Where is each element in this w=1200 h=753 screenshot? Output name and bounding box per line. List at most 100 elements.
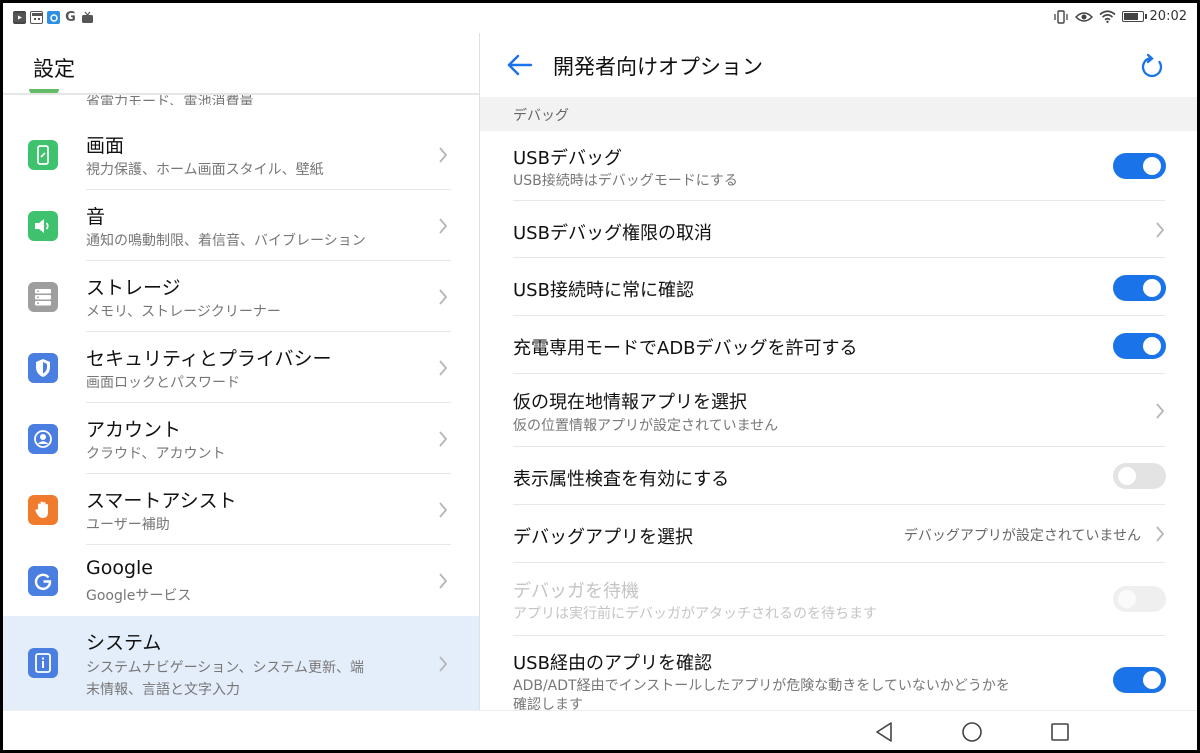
settings-item-storage[interactable]: ストレージ メモリ、ストレージクリーナー — [3, 261, 479, 332]
sound-icon — [28, 211, 58, 241]
account-icon — [28, 424, 58, 454]
settings-item-sound[interactable]: 音 通知の鳴動制限、着信音、バイブレーション — [3, 190, 479, 261]
chevron-right-icon — [439, 289, 448, 305]
device-screen: G 20:02 設定 省電力モード、電池消費量 画面 視力保護、ホーム画面スタイ… — [3, 3, 1197, 750]
battery-icon — [1121, 11, 1147, 22]
app-icon — [47, 11, 60, 24]
section-header-debug: デバッグ — [480, 97, 1197, 131]
page-title: 開発者向けオプション — [553, 55, 763, 79]
settings-item-label: 音 — [86, 206, 106, 228]
option-value: デバッグアプリが設定されていません — [903, 528, 1141, 544]
option-subtitle: ADB/ADT経由でインストールしたアプリが危険な動きをしていないかどうかを — [513, 678, 1010, 694]
navigation-bar — [3, 710, 1197, 750]
chevron-right-icon — [439, 431, 448, 447]
refresh-icon[interactable] — [1138, 53, 1166, 81]
back-arrow-icon[interactable] — [506, 53, 534, 77]
chevron-right-icon — [439, 656, 448, 672]
option-label: USB経由のアプリを確認 — [513, 653, 712, 674]
header-divider — [3, 93, 479, 95]
option-adb-charging-only[interactable]: 充電専用モードでADBデバッグを許可する — [480, 316, 1197, 374]
settings-item-subtitle: 通知の鳴動制限、着信音、バイブレーション — [86, 233, 366, 249]
home-icon[interactable] — [960, 720, 984, 744]
settings-item-account[interactable]: アカウント クラウド、アカウント — [3, 403, 479, 474]
vibrate-icon — [1053, 9, 1068, 24]
adb-charging-only-toggle[interactable] — [1113, 333, 1166, 359]
settings-item-subtitle: 画面ロックとパスワード — [86, 375, 240, 391]
chevron-right-icon — [1156, 526, 1165, 542]
settings-item-label: ストレージ — [86, 277, 181, 299]
option-mock-location-app[interactable]: 仮の現在地情報アプリを選択 仮の位置情報アプリが設定されていません — [480, 374, 1197, 447]
verify-apps-over-usb-toggle[interactable] — [1113, 667, 1166, 693]
chevron-right-icon — [439, 218, 448, 234]
option-label: デバッグアプリを選択 — [513, 527, 693, 548]
option-always-confirm-usb[interactable]: USB接続時に常に確認 — [480, 258, 1197, 316]
clipped-list-item[interactable]: 省電力モード、電池消費量 — [86, 89, 253, 105]
detail-header: 開発者向けオプション — [480, 33, 1197, 97]
option-view-attribute-inspection[interactable]: 表示属性検査を有効にする — [480, 447, 1197, 505]
option-wait-for-debugger: デバッガを待機 アプリは実行前にデバッガがアタッチされるのを待ちます — [480, 563, 1197, 636]
settings-item-subtitle: システムナビゲーション、システム更新、端 — [86, 660, 365, 676]
calendar-icon — [30, 11, 43, 24]
developer-options-pane: 開発者向けオプション デバッグ USBデバッグ USB接続時はデバッグモードにす… — [480, 33, 1197, 710]
settings-item-label: アカウント — [86, 419, 182, 441]
settings-item-subtitle: 視力保護、ホーム画面スタイル、壁紙 — [86, 162, 324, 178]
settings-item-label: システム — [86, 632, 162, 654]
settings-item-subtitle: クラウド、アカウント — [86, 446, 226, 462]
chevron-right-icon — [439, 147, 448, 163]
option-verify-apps-over-usb[interactable]: USB経由のアプリを確認 ADB/ADT経由でインストールしたアプリが危険な動き… — [480, 636, 1197, 710]
settings-item-display[interactable]: 画面 視力保護、ホーム画面スタイル、壁紙 — [3, 119, 479, 190]
storage-icon — [28, 282, 58, 312]
option-usb-debugging[interactable]: USBデバッグ USB接続時はデバッグモードにする — [480, 131, 1197, 201]
always-confirm-usb-toggle[interactable] — [1113, 275, 1166, 301]
back-icon[interactable] — [872, 720, 896, 744]
settings-item-subtitle: ユーザー補助 — [86, 517, 170, 533]
option-select-debug-app[interactable]: デバッグアプリを選択 デバッグアプリが設定されていません — [480, 505, 1197, 563]
settings-title: 設定 — [33, 57, 75, 81]
option-label: 充電専用モードでADBデバッグを許可する — [513, 338, 858, 359]
settings-item-smart-assist[interactable]: スマートアシスト ユーザー補助 — [3, 474, 479, 545]
settings-item-label: セキュリティとプライバシー — [86, 348, 332, 370]
settings-item-label: 画面 — [86, 135, 125, 157]
settings-item-subtitle: メモリ、ストレージクリーナー — [86, 304, 281, 320]
option-label: USBデバッグ — [513, 148, 622, 169]
wait-for-debugger-toggle — [1113, 586, 1166, 612]
option-label: 表示属性検査を有効にする — [513, 469, 730, 490]
settings-item-label: Google — [86, 557, 154, 579]
google-icon: G — [65, 10, 76, 25]
status-bar: G 20:02 — [3, 3, 1197, 33]
tv-icon — [81, 11, 94, 24]
google-icon — [28, 566, 58, 596]
usb-debugging-toggle[interactable] — [1113, 153, 1166, 179]
chevron-right-icon — [439, 360, 448, 376]
status-time: 20:02 — [1149, 9, 1187, 24]
info-icon — [28, 648, 58, 678]
option-subtitle-continued: 確認します — [513, 697, 583, 710]
display-icon — [28, 140, 58, 170]
settings-item-google[interactable]: Google Googleサービス — [3, 545, 479, 616]
recents-icon[interactable] — [1048, 720, 1072, 744]
view-attribute-inspection-toggle[interactable] — [1113, 463, 1166, 489]
settings-item-subtitle: Googleサービス — [86, 588, 192, 604]
chevron-right-icon — [439, 502, 448, 518]
option-label: デバッガを待機 — [513, 581, 639, 602]
chevron-right-icon — [1156, 222, 1165, 238]
option-subtitle: アプリは実行前にデバッガがアタッチされるのを待ちます — [513, 606, 877, 622]
settings-item-label: スマートアシスト — [86, 490, 237, 512]
clipped-item-subtitle: 省電力モード、電池消費量 — [86, 94, 254, 105]
settings-item-subtitle-continued: 末情報、言語と文字入力 — [86, 682, 240, 698]
option-label: 仮の現在地情報アプリを選択 — [513, 392, 747, 413]
wifi-icon — [1099, 10, 1116, 23]
option-subtitle: 仮の位置情報アプリが設定されていません — [513, 418, 779, 434]
option-label: USBデバッグ権限の取消 — [513, 223, 712, 244]
eye-comfort-icon — [1074, 11, 1093, 22]
option-label: USB接続時に常に確認 — [513, 280, 694, 301]
settings-item-system[interactable]: システム システムナビゲーション、システム更新、端 末情報、言語と文字入力 — [3, 616, 479, 710]
chevron-right-icon — [1156, 403, 1165, 419]
section-label: デバッグ — [513, 108, 569, 124]
chevron-right-icon — [439, 573, 448, 589]
youtube-icon — [13, 11, 26, 24]
option-subtitle: USB接続時はデバッグモードにする — [513, 173, 738, 189]
settings-item-security-privacy[interactable]: セキュリティとプライバシー 画面ロックとパスワード — [3, 332, 479, 403]
option-revoke-usb-debugging[interactable]: USBデバッグ権限の取消 — [480, 201, 1197, 258]
hand-icon — [28, 495, 58, 525]
